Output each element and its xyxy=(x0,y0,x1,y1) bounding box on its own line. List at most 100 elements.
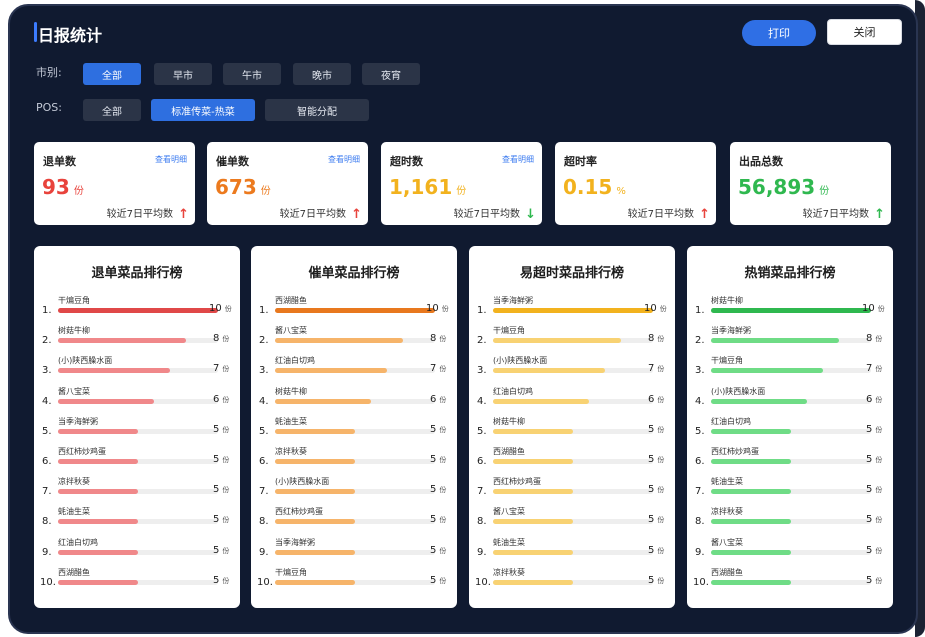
rank-bar-track xyxy=(275,579,435,585)
rank-value: 5份 xyxy=(648,484,664,495)
city-filter-chip[interactable]: 午市 xyxy=(223,63,281,85)
ranking-panel: 热销菜品排行榜 1. 树菇牛柳 10 份 2. 当季海鲜粥 8 份 3. 干煸豆角 7 份 4. (小)陕西… xyxy=(687,246,893,608)
rank-value-unit: 份 xyxy=(439,365,447,374)
ranking-row: 10. 西湖醋鱼 5 份 xyxy=(40,566,236,594)
rank-value-number: 5 xyxy=(213,574,220,586)
rank-bar-fill xyxy=(275,338,403,344)
dish-name: (小)陕西臊水面 xyxy=(711,386,766,396)
rank-value-number: 5 xyxy=(213,454,220,465)
rank-value-number: 5 xyxy=(866,423,873,435)
pos-filter-chip[interactable]: 标准传菜-热菜 xyxy=(151,99,255,121)
pos-filter-chip[interactable]: 智能分配 xyxy=(265,99,369,121)
rank-bar-track xyxy=(711,489,871,495)
pos-filter-chip[interactable]: 全部 xyxy=(83,99,141,121)
ranking-row: 4. 红油白切鸡 6 份 xyxy=(477,385,671,413)
rank-value: 5份 xyxy=(648,575,664,586)
rank-value-unit: 份 xyxy=(657,365,665,374)
rank-value: 5份 xyxy=(213,424,229,435)
ranking-title: 热销菜品排行榜 xyxy=(744,266,836,281)
stat-card-value: 0.15% xyxy=(563,175,626,199)
city-filter-chip[interactable]: 全部 xyxy=(83,63,141,85)
rank-value-number: 7 xyxy=(430,363,437,375)
ranking-row: 4. 树菇牛柳 6 份 xyxy=(259,385,453,413)
rank-value: 5份 xyxy=(213,484,229,495)
rank-bar-track xyxy=(493,459,653,464)
ranking-row: 7. 凉拌秋葵 5 份 xyxy=(42,475,236,503)
dish-name: 蚝油生菜 xyxy=(711,477,743,487)
rank-value-unit: 份 xyxy=(875,456,883,464)
stat-value-unit: 份 xyxy=(260,186,271,197)
stat-card-title: 退单数 xyxy=(43,155,76,168)
rank-value-number: 10 xyxy=(209,303,222,314)
dish-name: 凉拌秋葵 xyxy=(711,507,743,517)
rank-value: 10 份 xyxy=(426,303,449,314)
rank-bar-fill xyxy=(275,519,355,525)
rank-value-unit: 份 xyxy=(657,546,665,555)
rank-value-unit: 份 xyxy=(224,305,232,313)
dish-name: 西红柿炒鸡蛋 xyxy=(58,447,106,456)
rank-value-number: 5 xyxy=(430,544,437,556)
rank-bar-track xyxy=(711,368,871,374)
dish-name: 干煸豆角 xyxy=(275,567,307,577)
rank-value-number: 5 xyxy=(866,574,873,586)
ranking-row: 9. 酱八宝菜 5 份 xyxy=(695,536,889,564)
rank-bar-track xyxy=(493,308,653,313)
rank-value: 5份 xyxy=(430,575,446,586)
report-window: 日报统计 打印 关闭 市别: 全部 早市 午市 晚市 夜宵 POS: 全部 标准传菜-热菜… xyxy=(8,4,918,634)
rank-value-unit: 份 xyxy=(875,425,883,434)
dish-name: (小)陕西臊水面 xyxy=(275,477,330,487)
rank-bar-track xyxy=(711,308,871,313)
ranking-row: 4. (小)陕西臊水面 6 份 xyxy=(695,385,889,413)
rank-bar-fill xyxy=(493,579,573,585)
rank-bar-fill xyxy=(493,428,573,434)
rank-bar-track xyxy=(58,308,218,313)
print-button[interactable]: 打印 xyxy=(742,20,816,46)
rank-bar-track xyxy=(275,549,435,555)
rank-bar-fill xyxy=(275,459,355,464)
rank-value: 5份 xyxy=(430,484,446,495)
city-filter-chip[interactable]: 晚市 xyxy=(293,63,351,85)
rank-value-unit: 份 xyxy=(439,395,447,404)
stat-compare-label: 较近7日平均数 xyxy=(279,209,346,220)
page-title: 日报统计 xyxy=(38,26,103,45)
city-filter-chip[interactable]: 早市 xyxy=(154,63,212,85)
rank-value-number: 7 xyxy=(213,363,220,375)
close-button[interactable]: 关闭 xyxy=(827,19,902,45)
rank-bar-track xyxy=(275,519,435,525)
rank-value-unit: 份 xyxy=(657,335,665,344)
view-detail-link[interactable]: 查看明细 xyxy=(502,154,534,165)
rank-bar-track xyxy=(711,428,871,434)
rank-bar-fill xyxy=(493,368,605,374)
rank-bar-track xyxy=(58,338,218,344)
rank-value-unit: 份 xyxy=(657,456,665,464)
rank-bar-fill xyxy=(711,428,791,434)
rank-value-unit: 份 xyxy=(222,456,230,464)
view-detail-link[interactable]: 查看明细 xyxy=(328,154,360,165)
rank-value-unit: 份 xyxy=(875,395,883,404)
rank-value: 6份 xyxy=(213,394,229,405)
rank-value-number: 5 xyxy=(430,423,437,435)
ranking-row: 2. 干煸豆角 8 份 xyxy=(477,324,671,352)
rank-bar-fill xyxy=(58,549,138,555)
rank-bar-fill xyxy=(58,579,138,585)
rank-bar-fill xyxy=(58,338,186,344)
rank-bar-track xyxy=(493,368,653,374)
city-filter-chip[interactable]: 夜宵 xyxy=(362,63,420,85)
dish-name: 红油白切鸡 xyxy=(493,386,533,396)
dish-name: 当季海鲜粥 xyxy=(493,296,533,305)
ranking-row: 8. 蚝油生菜 5 份 xyxy=(42,505,236,533)
rank-value-unit: 份 xyxy=(439,335,447,344)
title-accent xyxy=(34,22,37,42)
rank-value-unit: 份 xyxy=(875,576,883,585)
ranking-row: 6. 西红柿炒鸡蛋 5 份 xyxy=(42,445,236,473)
ranking-row: 5. 蚝油生菜 5 份 xyxy=(259,415,453,443)
dish-name: (小)陕西臊水面 xyxy=(58,356,113,366)
rank-value-unit: 份 xyxy=(875,335,883,344)
rank-value: 8份 xyxy=(430,333,446,344)
view-detail-link[interactable]: 查看明细 xyxy=(155,154,187,165)
dish-name: 红油白切鸡 xyxy=(275,356,315,366)
arrow-up-icon: ↑ xyxy=(699,207,710,222)
rank-value-unit: 份 xyxy=(875,516,883,525)
rank-bar-track xyxy=(58,459,218,464)
rank-bar-fill xyxy=(711,398,807,404)
